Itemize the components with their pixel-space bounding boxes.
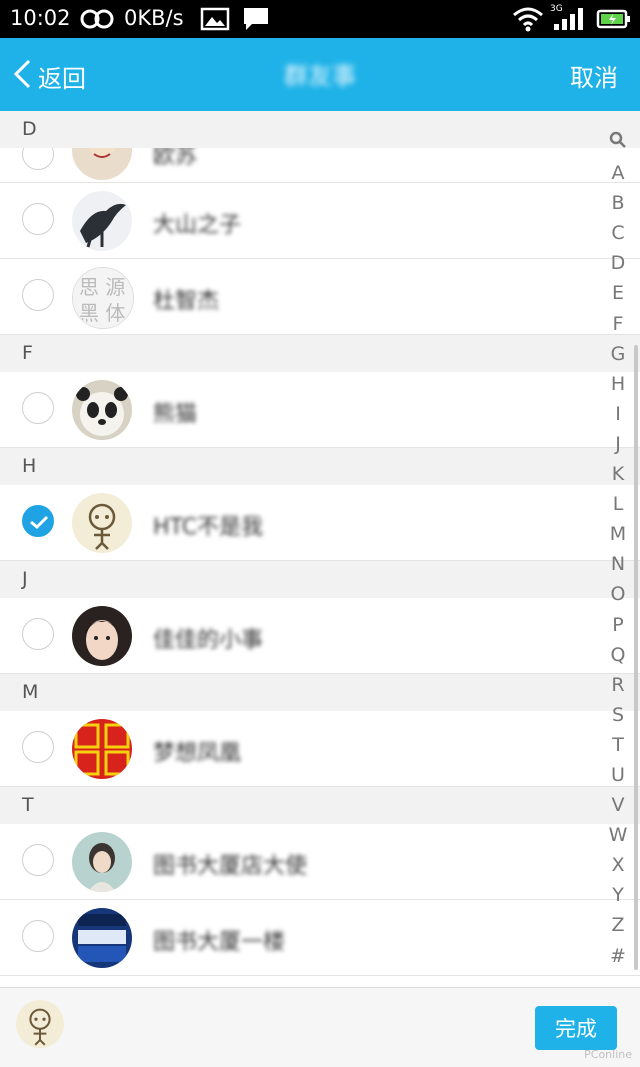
checkbox[interactable] xyxy=(22,279,54,311)
checkbox[interactable] xyxy=(22,203,54,235)
svg-text:黑 体: 黑 体 xyxy=(79,301,125,325)
index-letter[interactable]: N xyxy=(602,549,634,579)
index-letter[interactable]: M xyxy=(602,519,634,549)
checkbox[interactable] xyxy=(22,844,54,876)
contact-name: 大山之子 xyxy=(153,213,242,238)
contact-row[interactable]: 图书大厦店大使 xyxy=(0,824,640,900)
index-letter[interactable]: Z xyxy=(602,910,634,940)
checkbox[interactable] xyxy=(22,920,54,952)
contact-name: 图书大厦店大使 xyxy=(153,854,308,879)
index-letter[interactable]: D xyxy=(602,248,634,278)
signal-icon xyxy=(552,6,586,36)
contact-list[interactable]: D 欧苏 大山之子 思 源黑 体 杜智杰 F 熊猫 H HTC不是我 J 佳佳的… xyxy=(0,111,640,987)
status-bar: 10:02 0KB/s 3G xyxy=(0,0,640,38)
section-header: F xyxy=(0,335,640,372)
section-header: J xyxy=(0,561,640,598)
avatar xyxy=(72,832,132,892)
checkbox[interactable] xyxy=(22,731,54,763)
index-letter[interactable]: T xyxy=(602,730,634,760)
section-header: T xyxy=(0,787,640,824)
status-speed: 0KB/s xyxy=(124,6,184,30)
avatar xyxy=(72,606,132,666)
watermark: PConline xyxy=(584,1048,632,1061)
section-header: M xyxy=(0,674,640,711)
avatar xyxy=(72,380,132,440)
index-letter[interactable]: X xyxy=(602,850,634,880)
contact-name: 图书大厦一楼 xyxy=(153,930,286,955)
back-button[interactable]: 返回 xyxy=(12,56,86,96)
index-letter[interactable]: R xyxy=(602,670,634,700)
index-letter[interactable]: P xyxy=(602,610,634,640)
bottom-bar: 完成 PConline xyxy=(0,987,640,1067)
index-letter[interactable]: F xyxy=(602,309,634,339)
contact-name: 梦想凤凰 xyxy=(153,741,242,766)
contact-row[interactable]: 梦想凤凰 xyxy=(0,711,640,787)
index-letter[interactable]: B xyxy=(602,188,634,218)
section-header: D xyxy=(0,111,640,148)
avatar xyxy=(72,908,132,968)
checkbox[interactable] xyxy=(22,392,54,424)
contact-row[interactable]: 熊猫 xyxy=(0,372,640,448)
contact-name: HTC不是我 xyxy=(153,515,264,540)
index-letter[interactable]: K xyxy=(602,459,634,489)
index-letter[interactable]: A xyxy=(602,158,634,188)
search-icon[interactable] xyxy=(602,128,634,158)
checkbox[interactable] xyxy=(22,148,54,170)
index-letter[interactable]: I xyxy=(602,399,634,429)
index-letter[interactable]: # xyxy=(602,941,634,971)
index-letter[interactable]: O xyxy=(602,579,634,609)
chevron-left-icon xyxy=(12,58,32,94)
page-title: 群友事 xyxy=(284,62,356,90)
cancel-button[interactable]: 取消 xyxy=(570,58,618,93)
contact-row[interactable]: 欧苏 xyxy=(0,148,640,183)
message-icon xyxy=(242,6,270,36)
contact-name: 杜智杰 xyxy=(153,289,220,314)
contact-row[interactable]: 佳佳的小事 xyxy=(0,598,640,674)
nav-bar: 返回 群友事 取消 xyxy=(0,38,640,111)
contact-row[interactable]: 思 源黑 体 杜智杰 xyxy=(0,259,640,335)
avatar xyxy=(72,493,132,553)
status-time: 10:02 xyxy=(10,6,71,30)
contact-name: 佳佳的小事 xyxy=(153,628,264,653)
index-letter[interactable]: C xyxy=(602,218,634,248)
alphabet-index[interactable]: A B C D E F G H I J K L M N O P Q R S T U V W X Y Z # xyxy=(602,128,634,971)
index-letter[interactable]: S xyxy=(602,700,634,730)
back-label: 返回 xyxy=(38,64,86,93)
wifi-icon xyxy=(512,6,544,36)
index-letter[interactable]: V xyxy=(602,790,634,820)
checkbox-checked[interactable] xyxy=(22,505,54,537)
scrollbar[interactable] xyxy=(634,345,638,970)
contact-row[interactable]: HTC不是我 xyxy=(0,485,640,561)
index-letter[interactable]: Y xyxy=(602,880,634,910)
index-letter[interactable]: E xyxy=(602,278,634,308)
index-letter[interactable]: H xyxy=(602,369,634,399)
avatar xyxy=(72,719,132,779)
index-letter[interactable]: Q xyxy=(602,640,634,670)
contact-row[interactable]: 图书大厦一楼 xyxy=(0,900,640,976)
infinity-icon xyxy=(80,6,114,36)
image-icon xyxy=(200,6,230,36)
index-letter[interactable]: G xyxy=(602,339,634,369)
contact-name: 熊猫 xyxy=(153,402,198,427)
section-header: H xyxy=(0,448,640,485)
contact-row[interactable]: 大山之子 xyxy=(0,183,640,259)
index-letter[interactable]: L xyxy=(602,489,634,519)
index-letter[interactable]: W xyxy=(602,820,634,850)
done-button[interactable]: 完成 xyxy=(535,1006,617,1050)
avatar: 思 源黑 体 xyxy=(72,267,134,329)
index-letter[interactable]: J xyxy=(602,429,634,459)
battery-icon xyxy=(596,6,632,36)
avatar xyxy=(72,148,132,180)
svg-text:思 源: 思 源 xyxy=(79,275,125,299)
checkbox[interactable] xyxy=(22,618,54,650)
avatar xyxy=(72,191,132,251)
index-letter[interactable]: U xyxy=(602,760,634,790)
selected-avatar[interactable] xyxy=(16,1000,64,1048)
contact-name: 欧苏 xyxy=(153,148,198,169)
